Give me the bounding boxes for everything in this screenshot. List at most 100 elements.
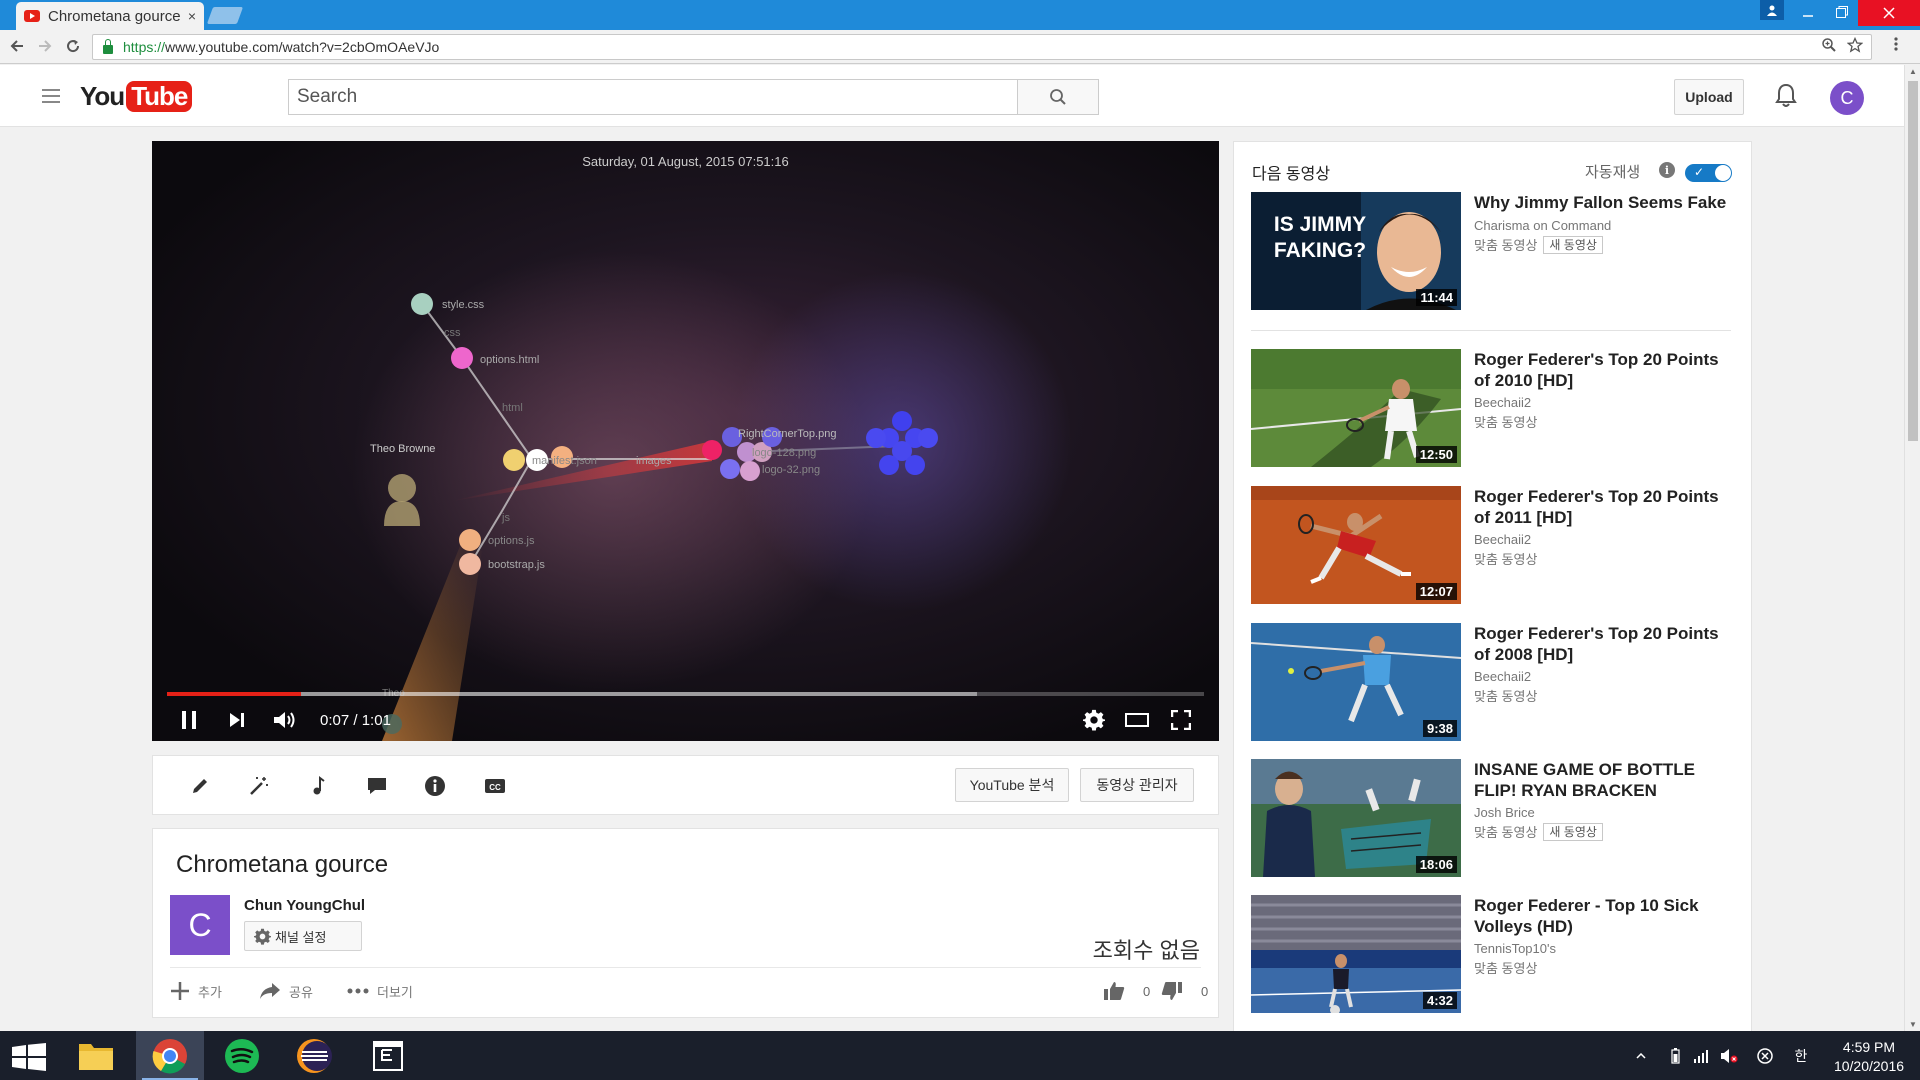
- video-thumbnail[interactable]: 18:06: [1251, 759, 1461, 877]
- search-input[interactable]: Search: [288, 79, 1018, 115]
- volume-button[interactable]: [270, 705, 300, 735]
- taskbar-app-window[interactable]: [354, 1031, 422, 1080]
- annotations-speech-icon[interactable]: [365, 774, 389, 798]
- taskbar-eclipse[interactable]: [280, 1031, 348, 1080]
- action-center-x-icon[interactable]: [1754, 1031, 1776, 1080]
- info-divider: [170, 967, 1201, 968]
- network-signal-icon[interactable]: [1690, 1031, 1712, 1080]
- video-title[interactable]: Roger Federer's Top 20 Points of 2011 [H…: [1474, 486, 1734, 528]
- tray-overflow-icon[interactable]: [1630, 1031, 1652, 1080]
- fullscreen-button[interactable]: [1166, 705, 1196, 735]
- edit-pencil-icon[interactable]: [188, 774, 212, 798]
- video-meta-label: 맞춤 동영상: [1474, 238, 1538, 253]
- autoplay-toggle[interactable]: ✓: [1685, 164, 1732, 182]
- video-duration: 9:38: [1422, 720, 1457, 737]
- minimize-button[interactable]: [1792, 0, 1824, 24]
- video-thumbnail[interactable]: 12:50: [1251, 349, 1461, 467]
- next-button[interactable]: [222, 705, 252, 735]
- browser-toolbar: https:// www.youtube.com/watch?v=2cbOmOA…: [0, 30, 1920, 64]
- close-window-button[interactable]: [1858, 0, 1920, 26]
- like-button[interactable]: 0: [1103, 979, 1150, 1003]
- back-button[interactable]: [6, 35, 28, 57]
- autoplay-info-icon[interactable]: i: [1659, 162, 1675, 178]
- battery-icon[interactable]: [1664, 1031, 1686, 1080]
- channel-settings-button[interactable]: 채널 설정: [244, 921, 362, 951]
- user-profile-icon[interactable]: [1760, 0, 1784, 20]
- subtitles-cc-icon[interactable]: CC: [483, 774, 507, 798]
- notifications-bell-icon[interactable]: [1774, 83, 1800, 111]
- settings-button[interactable]: [1079, 705, 1109, 735]
- volume-muted-icon[interactable]: [1718, 1031, 1740, 1080]
- video-manager-button[interactable]: 동영상 관리자: [1080, 768, 1194, 802]
- thumbnail-caption: IS JIMMY FAKING?: [1273, 213, 1367, 262]
- bookmark-star-icon[interactable]: [1846, 36, 1864, 58]
- tab-close-icon[interactable]: ×: [188, 8, 196, 24]
- browser-tab[interactable]: Chrometana gource ×: [16, 2, 204, 30]
- gource-label-options-js: options.js: [488, 535, 535, 547]
- zoom-icon[interactable]: [1821, 37, 1837, 58]
- video-title[interactable]: Roger Federer - Top 10 Sick Volleys (HD): [1474, 895, 1734, 937]
- theater-mode-icon: [1125, 713, 1149, 727]
- account-avatar[interactable]: C: [1830, 81, 1864, 115]
- video-thumbnail[interactable]: 9:38: [1251, 623, 1461, 741]
- restore-button[interactable]: [1824, 0, 1860, 24]
- windows-taskbar: 한 4:59 PM 10/20/2016: [0, 1031, 1920, 1080]
- search-button[interactable]: [1017, 79, 1099, 115]
- ime-indicator[interactable]: 한: [1790, 1031, 1812, 1080]
- video-thumbnail[interactable]: IS JIMMY FAKING? 11:44: [1251, 192, 1461, 310]
- forward-button[interactable]: [34, 35, 56, 57]
- guide-menu-icon[interactable]: [42, 89, 60, 103]
- taskbar-file-explorer[interactable]: [62, 1031, 130, 1080]
- time-total: 1:01: [361, 712, 391, 729]
- more-button[interactable]: 더보기: [347, 979, 413, 1003]
- video-meta-label: 맞춤 동영상: [1474, 415, 1538, 430]
- video-thumbnail[interactable]: 12:07: [1251, 486, 1461, 604]
- autoplay-label: 자동재생: [1585, 164, 1641, 181]
- address-bar[interactable]: https:// www.youtube.com/watch?v=2cbOmOA…: [92, 34, 1872, 60]
- up-next-video[interactable]: 12:07 Roger Federer's Top 20 Points of 2…: [1251, 486, 1731, 604]
- enhancements-wand-icon[interactable]: [247, 774, 271, 798]
- pause-icon: [182, 711, 196, 729]
- windows-start-button[interactable]: [12, 1043, 46, 1071]
- youtube-analytics-button[interactable]: YouTube 분석: [955, 768, 1069, 802]
- channel-name[interactable]: Chun YoungChul: [244, 897, 365, 914]
- taskbar-spotify[interactable]: [208, 1031, 276, 1080]
- video-info-card: Chrometana gource C Chun YoungChul 채널 설정…: [152, 828, 1219, 1018]
- up-next-video[interactable]: 9:38 Roger Federer's Top 20 Points of 20…: [1251, 623, 1731, 741]
- up-next-video[interactable]: 4:32 Roger Federer - Top 10 Sick Volleys…: [1251, 895, 1731, 1013]
- fullscreen-icon: [1171, 710, 1191, 730]
- video-thumbnail[interactable]: 4:32: [1251, 895, 1461, 1013]
- view-count: 조회수 없음: [1092, 938, 1200, 963]
- reload-button[interactable]: [62, 35, 84, 57]
- time-display: 0:07 / 1:01: [320, 712, 391, 729]
- new-tab-button[interactable]: [206, 7, 244, 24]
- progress-bar[interactable]: [167, 692, 1204, 696]
- video-title[interactable]: Roger Federer's Top 20 Points of 2010 [H…: [1474, 349, 1734, 391]
- up-next-video[interactable]: IS JIMMY FAKING? 11:44 Why Jimmy Fallon …: [1251, 192, 1731, 310]
- up-next-video[interactable]: 12:50 Roger Federer's Top 20 Points of 2…: [1251, 349, 1731, 467]
- up-next-video[interactable]: 18:06 INSANE GAME OF BOTTLE FLIP! RYAN B…: [1251, 759, 1731, 877]
- pause-button[interactable]: [174, 705, 204, 735]
- page-scrollbar[interactable]: ▲ ▼: [1904, 65, 1920, 1031]
- video-duration: 11:44: [1416, 289, 1457, 306]
- audio-note-icon[interactable]: [307, 774, 331, 798]
- clock-date: 10/20/2016: [1833, 1058, 1905, 1074]
- youtube-logo[interactable]: You Tube: [80, 79, 193, 113]
- share-button[interactable]: 공유: [259, 979, 313, 1003]
- scrollbar-thumb[interactable]: [1908, 81, 1918, 441]
- channel-avatar[interactable]: C: [170, 895, 230, 955]
- more-label: 더보기: [377, 984, 413, 1000]
- video-title[interactable]: Roger Federer's Top 20 Points of 2008 [H…: [1474, 623, 1734, 665]
- dislike-button[interactable]: 0: [1161, 979, 1208, 1003]
- upload-button[interactable]: Upload: [1674, 79, 1744, 115]
- taskbar-clock[interactable]: 4:59 PM 10/20/2016: [1824, 1038, 1914, 1076]
- video-player[interactable]: style.css css options.html html Theo Bro…: [152, 141, 1219, 741]
- video-title[interactable]: Why Jimmy Fallon Seems Fake: [1474, 192, 1734, 213]
- info-icon[interactable]: [423, 774, 447, 798]
- add-to-button[interactable]: 추가: [170, 979, 222, 1003]
- taskbar-chrome[interactable]: [136, 1031, 204, 1080]
- gource-label-html: html: [502, 402, 523, 414]
- video-title[interactable]: INSANE GAME OF BOTTLE FLIP! RYAN BRACKEN: [1474, 759, 1734, 801]
- chrome-menu-icon[interactable]: [1894, 36, 1898, 57]
- theater-mode-button[interactable]: [1122, 705, 1152, 735]
